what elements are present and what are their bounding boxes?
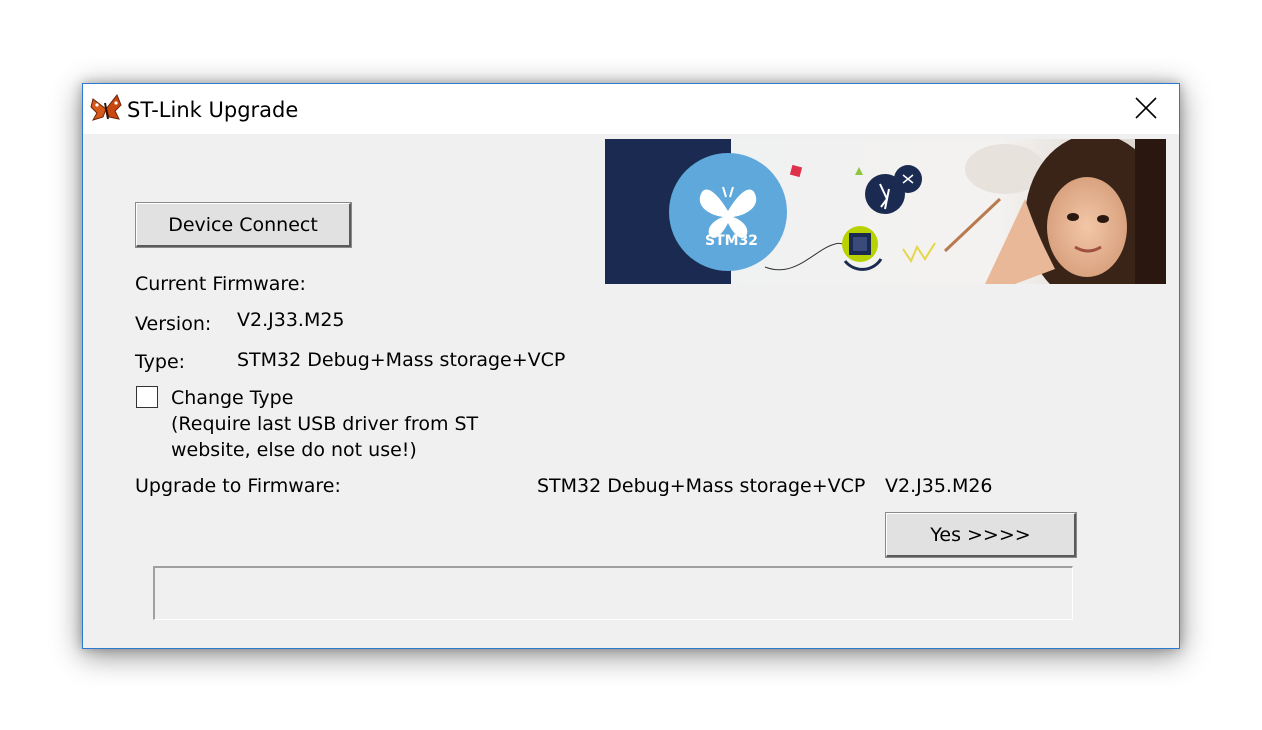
version-value: V2.J33.M25: [237, 309, 345, 331]
type-label: Type:: [135, 351, 186, 373]
banner-art: STM32: [605, 139, 1166, 284]
upgrade-progress-bar: [153, 566, 1073, 620]
stm32-banner-image: STM32: [605, 139, 1166, 284]
window-title: ST-Link Upgrade: [127, 98, 299, 122]
change-type-checkbox[interactable]: [136, 386, 158, 408]
change-type-note-line1: (Require last USB driver from ST: [171, 413, 479, 435]
close-icon: [1135, 97, 1157, 119]
st-link-upgrade-window: ST-Link Upgrade STM32 Device Connect Cur…: [82, 83, 1180, 649]
device-connect-button[interactable]: Device Connect: [135, 202, 352, 248]
banner-logo-text: STM32: [705, 233, 758, 249]
upgrade-to-firmware-label: Upgrade to Firmware:: [135, 475, 341, 497]
version-label: Version:: [135, 313, 212, 335]
upgrade-type-value: STM32 Debug+Mass storage+VCP: [537, 475, 866, 497]
change-type-note-line2: website, else do not use!): [171, 439, 417, 461]
yes-upgrade-button[interactable]: Yes >>>>: [885, 512, 1077, 558]
change-type-label[interactable]: Change Type: [171, 387, 293, 409]
current-firmware-heading: Current Firmware:: [135, 273, 306, 295]
butterfly-icon: [90, 94, 122, 121]
type-value: STM32 Debug+Mass storage+VCP: [237, 349, 566, 371]
title-bar[interactable]: ST-Link Upgrade: [83, 84, 1179, 134]
upgrade-version-value: V2.J35.M26: [885, 475, 993, 497]
close-button[interactable]: [1113, 84, 1179, 132]
